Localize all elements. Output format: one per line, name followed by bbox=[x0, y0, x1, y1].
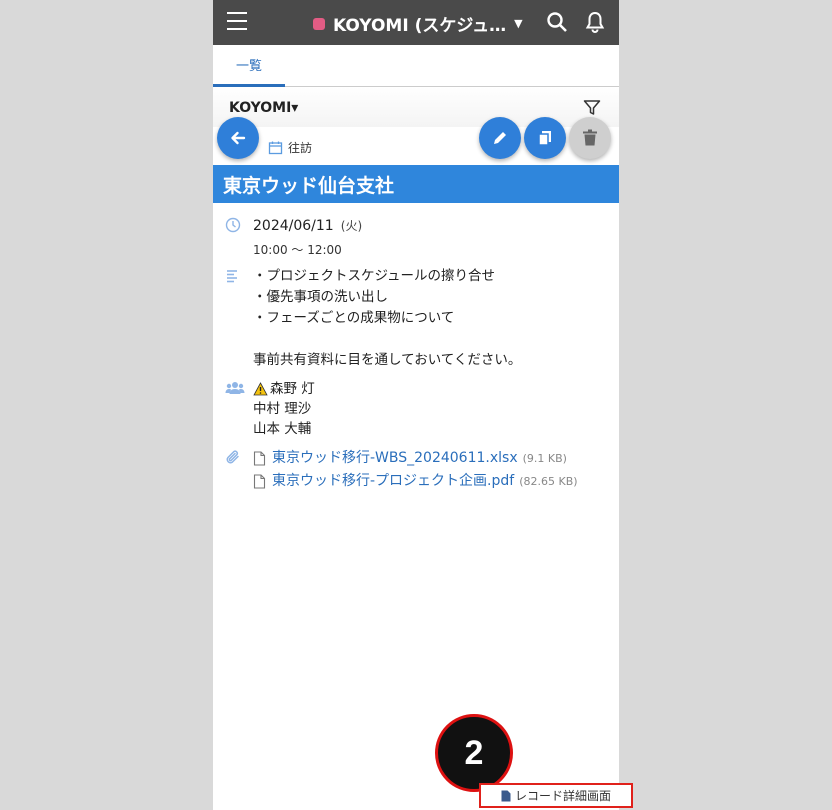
clock-icon bbox=[225, 217, 241, 233]
back-button[interactable] bbox=[217, 117, 259, 159]
record-detail: 2024/06/11 (火) 10:00 ～ 12:00 ・プロジェクトスケジュ… bbox=[213, 203, 619, 493]
record-actions: 往訪 bbox=[213, 117, 619, 165]
text-lines-icon bbox=[227, 270, 237, 283]
record-date: 2024/06/11 bbox=[253, 218, 334, 234]
record-weekday: (火) bbox=[340, 219, 363, 233]
warning-icon bbox=[253, 382, 268, 396]
record-time: 10:00 ～ 12:00 bbox=[253, 243, 342, 257]
members-row: 森野 灯 中村 理沙 山本 大輔 bbox=[225, 379, 619, 439]
attachment-name[interactable]: 東京ウッド移行-プロジェクト企画.pdf bbox=[272, 470, 514, 493]
step-marker: 2 bbox=[435, 714, 513, 792]
record-detail-link[interactable]: レコード詳細画面 bbox=[479, 783, 633, 808]
attachment-size: (9.1 KB) bbox=[522, 452, 567, 465]
paperclip-icon bbox=[226, 450, 239, 464]
bell-icon[interactable] bbox=[583, 10, 607, 34]
app-title: KOYOMI (スケジュ… bbox=[333, 16, 507, 36]
hamburger-icon[interactable] bbox=[227, 12, 247, 32]
member-item[interactable]: 中村 理沙 bbox=[253, 399, 315, 419]
arrow-left-icon bbox=[231, 131, 246, 145]
copy-button[interactable] bbox=[524, 117, 566, 159]
tab-list[interactable]: 一覧 bbox=[213, 45, 285, 87]
edit-button[interactable] bbox=[479, 117, 521, 159]
top-bar: KOYOMI (スケジュ… ▼ bbox=[213, 0, 619, 45]
attachments-row: 東京ウッド移行-WBS_20240611.xlsx (9.1 KB) 東京ウッド… bbox=[225, 447, 619, 493]
search-icon[interactable] bbox=[545, 10, 569, 34]
tab-bar: 一覧 bbox=[213, 45, 619, 87]
attachment-name[interactable]: 東京ウッド移行-WBS_20240611.xlsx bbox=[272, 447, 518, 470]
filter-icon[interactable] bbox=[583, 99, 601, 117]
mobile-screen: KOYOMI (スケジュ… ▼ 一覧 KOYOMI▾ 往訪 東京ウッド仙台支社 bbox=[213, 0, 619, 810]
category-label: 往訪 bbox=[268, 139, 312, 156]
member-item[interactable]: 山本 大輔 bbox=[253, 419, 315, 439]
calendar-icon bbox=[268, 141, 283, 155]
copy-icon bbox=[538, 131, 551, 146]
member-list: 森野 灯 中村 理沙 山本 大輔 bbox=[253, 379, 315, 439]
datetime-row: 2024/06/11 (火) 10:00 ～ 12:00 bbox=[225, 215, 619, 258]
file-icon bbox=[253, 451, 266, 466]
attachment-link[interactable]: 東京ウッド移行-WBS_20240611.xlsx (9.1 KB) bbox=[253, 447, 578, 470]
users-icon bbox=[225, 382, 245, 394]
app-logo-icon bbox=[313, 17, 325, 30]
attachment-link[interactable]: 東京ウッド移行-プロジェクト企画.pdf (82.65 KB) bbox=[253, 470, 578, 493]
chevron-down-icon: ▼ bbox=[514, 17, 523, 30]
record-detail-link-label: レコード詳細画面 bbox=[514, 789, 611, 803]
member-item: 森野 灯 bbox=[253, 379, 315, 399]
attachment-list: 東京ウッド移行-WBS_20240611.xlsx (9.1 KB) 東京ウッド… bbox=[253, 447, 578, 493]
member-name[interactable]: 森野 灯 bbox=[270, 379, 315, 399]
app-switcher[interactable]: KOYOMI (スケジュ… ▼ bbox=[313, 11, 523, 36]
note-row: ・プロジェクトスケジュールの擦り合せ ・優先事項の洗い出し ・フェーズごとの成果… bbox=[225, 266, 619, 371]
record-title: 東京ウッド仙台支社 bbox=[213, 165, 619, 203]
pencil-icon bbox=[494, 132, 506, 144]
category-text: 往訪 bbox=[288, 141, 313, 155]
delete-button[interactable] bbox=[569, 117, 611, 159]
file-icon bbox=[253, 474, 266, 489]
record-note: ・プロジェクトスケジュールの擦り合せ ・優先事項の洗い出し ・フェーズごとの成果… bbox=[253, 268, 522, 368]
attachment-size: (82.65 KB) bbox=[519, 475, 578, 488]
trash-icon bbox=[583, 129, 597, 146]
view-selector[interactable]: KOYOMI▾ bbox=[229, 100, 298, 116]
document-icon bbox=[501, 790, 511, 801]
